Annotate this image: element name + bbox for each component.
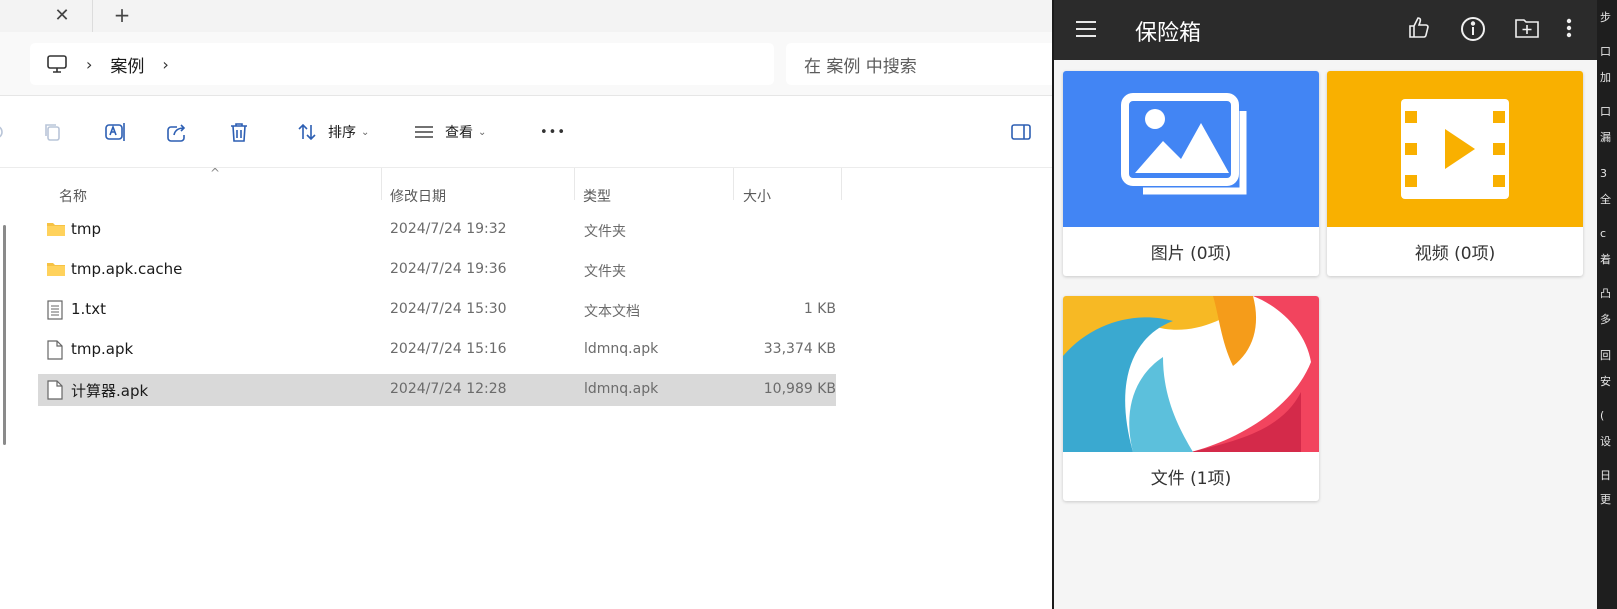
view-button[interactable]: 查看 ⌄ [413, 117, 486, 147]
tab-strip: ✕ + [0, 0, 1052, 32]
add-folder-icon[interactable] [1514, 16, 1540, 40]
side-toolbar-glyph[interactable]: 设 [1600, 436, 1611, 448]
search-input[interactable]: 在 案例 中搜索 [786, 43, 1052, 85]
videos-card[interactable]: 视频 (0项) [1327, 71, 1583, 276]
column-divider[interactable] [574, 168, 575, 200]
files-card[interactable]: 文件 (1项) [1063, 296, 1319, 501]
photos-card[interactable]: 图片 (0项) [1063, 71, 1319, 276]
close-tab-button[interactable]: ✕ [48, 2, 76, 28]
file-row-selected[interactable]: 计算器.apk 2024/7/24 12:28 ldmnq.apk 10,989… [38, 374, 836, 406]
files-card-label: 文件 (1项) [1150, 469, 1232, 489]
side-toolbar-glyph[interactable]: 日 [1600, 470, 1611, 482]
this-pc-icon[interactable] [46, 53, 68, 75]
info-icon[interactable] [1460, 16, 1486, 42]
share-icon[interactable] [165, 117, 189, 147]
tab-divider [92, 0, 93, 32]
side-toolbar-glyph[interactable]: 步 [1600, 12, 1611, 24]
vault-app-window: 保险箱 图片 (0项) 视频 (0项) 文件 (1项) [1052, 0, 1597, 609]
sort-button[interactable]: 排序 ⌄ [296, 117, 369, 147]
side-toolbar-glyph[interactable]: 漏 [1600, 132, 1611, 144]
view-label: 查看 [445, 125, 473, 141]
column-header-size[interactable]: 大小 [743, 186, 771, 206]
folder-icon [46, 220, 66, 242]
side-toolbar-glyph[interactable]: 口 [1600, 46, 1611, 58]
file-list: ^ 名称 修改日期 类型 大小 tmp 2024/7/24 19:32 文件夹 … [0, 166, 1052, 609]
videos-card-header [1327, 71, 1583, 227]
chevron-down-icon: ⌄ [478, 126, 487, 138]
side-toolbar-glyph[interactable]: 着 [1600, 254, 1611, 266]
side-toolbar-glyph[interactable]: 口 [1600, 106, 1611, 118]
command-bar: 排序 ⌄ 查看 ⌄ ••• [0, 96, 1052, 168]
app-title: 保险箱 [1135, 21, 1202, 46]
file-size: 1 KB [803, 301, 836, 317]
file-date: 2024/7/24 19:32 [390, 221, 507, 237]
side-toolbar-glyph[interactable]: c [1600, 228, 1606, 240]
more-vert-icon[interactable] [1566, 16, 1572, 44]
videos-card-label: 视频 (0项) [1414, 244, 1496, 264]
breadcrumb-separator-icon[interactable]: › [162, 55, 168, 74]
column-divider[interactable] [381, 168, 382, 200]
file-row[interactable]: tmp.apk 2024/7/24 15:16 ldmnq.apk 33,374… [38, 334, 836, 366]
side-toolbar-glyph[interactable]: 凸 [1600, 288, 1611, 300]
column-divider[interactable] [841, 168, 842, 200]
sort-icon [296, 121, 318, 143]
column-header-date[interactable]: 修改日期 [390, 186, 446, 206]
thumbs-up-icon[interactable] [1407, 16, 1431, 40]
rename-icon[interactable] [104, 117, 128, 147]
side-toolbar-glyph[interactable]: 3 [1600, 168, 1607, 180]
file-size: 33,374 KB [763, 341, 836, 357]
sort-label: 排序 [328, 125, 356, 141]
folder-icon [46, 260, 66, 282]
address-area: › 案例 › 在 案例 中搜索 [0, 32, 1052, 96]
menu-icon[interactable] [1074, 17, 1098, 41]
side-toolbar-glyph[interactable]: 回 [1600, 350, 1611, 362]
files-card-header [1063, 296, 1319, 452]
video-icon [1401, 99, 1509, 203]
gallery-icon [1121, 93, 1261, 205]
file-type: 文件夹 [584, 264, 626, 280]
file-row[interactable]: tmp.apk.cache 2024/7/24 19:36 文件夹 [38, 254, 836, 286]
side-toolbar-glyph[interactable]: 安 [1600, 376, 1611, 388]
breadcrumb-separator-icon[interactable]: › [86, 55, 92, 74]
side-toolbar-glyph[interactable]: 全 [1600, 194, 1611, 206]
side-toolbar-glyph[interactable]: ( [1600, 410, 1604, 422]
column-divider[interactable] [733, 168, 734, 200]
side-toolbar: 步 口 加 口 漏 3 全 c 着 凸 多 回 安 ( 设 日 更 [1597, 0, 1617, 609]
file-name: tmp [71, 220, 102, 238]
copy-icon[interactable] [42, 117, 64, 147]
file-type: 文件夹 [584, 224, 626, 240]
new-tab-button[interactable]: + [108, 2, 136, 28]
photos-card-label: 图片 (0项) [1150, 244, 1232, 264]
file-date: 2024/7/24 19:36 [390, 261, 507, 277]
file-size: 10,989 KB [763, 381, 836, 397]
breadcrumb-folder[interactable]: 案例 [110, 52, 144, 77]
column-header-name[interactable]: 名称 [59, 186, 87, 206]
delete-icon[interactable] [228, 117, 250, 147]
aperture-icon [1063, 296, 1319, 452]
scrollbar[interactable] [3, 225, 6, 445]
more-options-button[interactable]: ••• [540, 117, 566, 147]
details-pane-icon[interactable] [1010, 117, 1032, 147]
file-row[interactable]: 1.txt 2024/7/24 15:30 文本文档 1 KB [38, 294, 836, 326]
photos-card-header [1063, 71, 1319, 227]
column-header-type[interactable]: 类型 [583, 186, 611, 206]
side-toolbar-glyph[interactable]: 更 [1600, 494, 1611, 506]
app-bar: 保险箱 [1054, 0, 1597, 60]
sort-indicator-icon: ^ [210, 166, 221, 180]
cut-icon[interactable] [0, 117, 8, 147]
file-name: tmp.apk.cache [71, 260, 183, 278]
chevron-down-icon: ⌄ [361, 126, 370, 138]
side-toolbar-glyph[interactable]: 多 [1600, 314, 1611, 326]
file-explorer-window: ✕ + › 案例 › 在 案例 中搜索 排序 ⌄ 查看 ⌄ ••• ^ 名称 修… [0, 0, 1052, 609]
address-bar[interactable]: › 案例 › [30, 43, 774, 85]
view-icon [413, 121, 435, 143]
file-row[interactable]: tmp 2024/7/24 19:32 文件夹 [38, 214, 836, 246]
side-toolbar-glyph[interactable]: 加 [1600, 72, 1611, 84]
